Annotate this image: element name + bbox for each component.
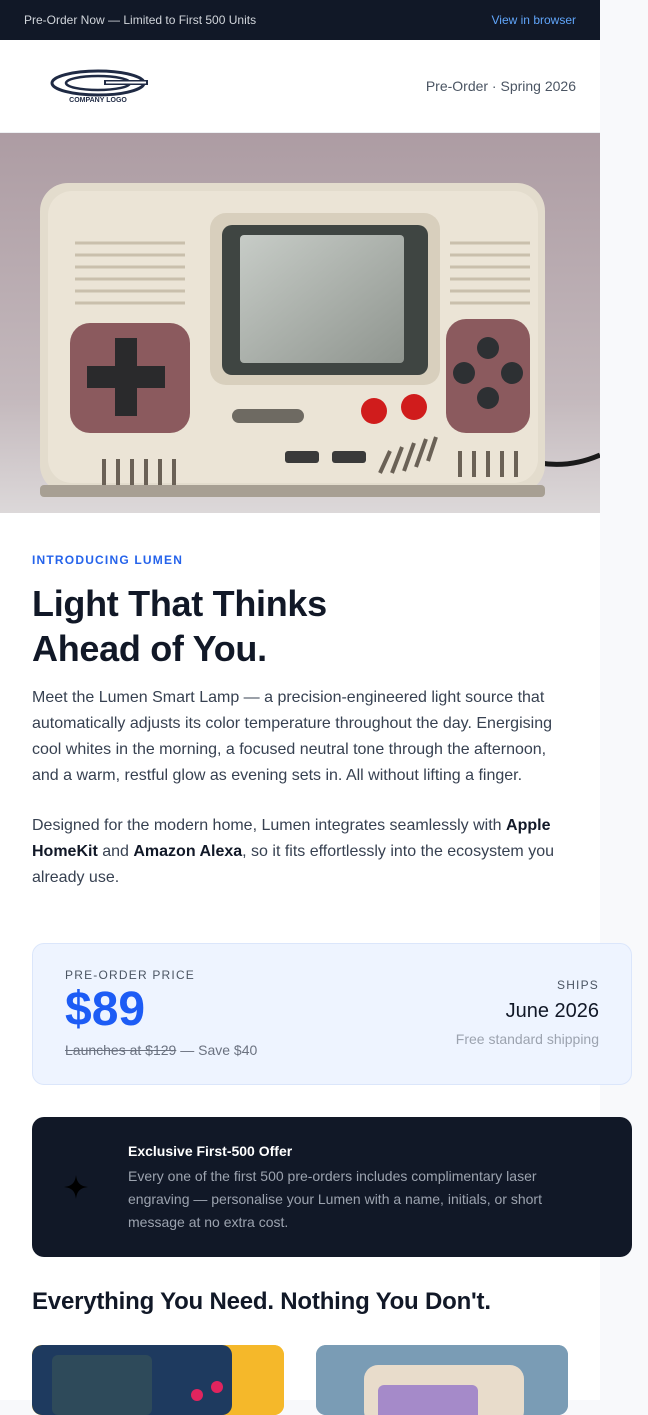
offer-body: Every one of the first 500 pre-orders in…	[128, 1168, 542, 1230]
intro-section: INTRODUCING LUMEN Light That Thinks Ahea…	[0, 553, 600, 891]
offer-title: Exclusive First-500 Offer	[128, 1143, 293, 1159]
preorder-banner-text: Pre-Order Now — Limited to First 500 Uni…	[24, 13, 257, 27]
launch-price: Launches at $129	[65, 1042, 177, 1058]
headline-line-2: Ahead of You.	[32, 628, 267, 669]
savings-text: — Save $40	[176, 1042, 258, 1058]
features-heading: Everything You Need. Nothing You Don't.	[32, 1288, 491, 1315]
intro-eyebrow: INTRODUCING LUMEN	[32, 553, 184, 567]
feature-card-2[interactable]	[316, 1345, 568, 1415]
ships-date: June 2026	[505, 1000, 599, 1022]
alexa-brand: Amazon Alexa	[133, 843, 243, 860]
logo-text: COMPANY LOGO	[69, 97, 127, 104]
view-in-browser-link[interactable]: View in browser	[492, 13, 576, 27]
top-bar: Pre-Order Now — Limited to First 500 Uni…	[0, 0, 600, 40]
ships-info: SHIPS June 2026 Free standard shipping	[456, 978, 599, 1047]
feature-card-1[interactable]	[32, 1345, 284, 1415]
hero-image	[0, 133, 600, 513]
headline-line-1: Light That Thinks	[32, 583, 327, 624]
exclusive-offer-card: Exclusive First-500 Offer Every one of t…	[32, 1117, 632, 1257]
shipping-note: Free standard shipping	[455, 1031, 599, 1047]
ships-label: SHIPS	[556, 978, 599, 992]
email-header: COMPANY LOGO Pre-Order · Spring 2026	[0, 40, 600, 133]
pricing-card: PRE-ORDER PRICE $89 Launches at $129 — S…	[32, 943, 632, 1085]
intro-paragraph-1: Meet the Lumen Smart Lamp — a precision-…	[32, 689, 552, 784]
company-logo[interactable]: COMPANY LOGO	[44, 66, 152, 106]
intro-paragraph-2: Designed for the modern home, Lumen inte…	[32, 817, 554, 886]
sparkle-icon	[64, 1175, 88, 1199]
headline: Light That Thinks Ahead of You.	[32, 581, 568, 671]
header-tagline: Pre-Order · Spring 2026	[425, 78, 576, 94]
email-container: Pre-Order Now — Limited to First 500 Uni…	[0, 0, 632, 1415]
